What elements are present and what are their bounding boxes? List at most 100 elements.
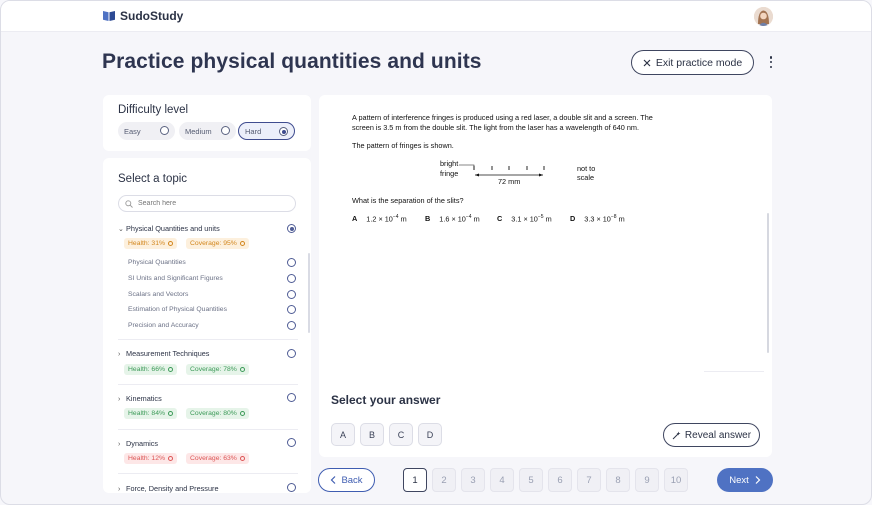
answer-choice-a[interactable]: A bbox=[331, 423, 355, 446]
option-unit: m bbox=[398, 214, 407, 224]
page-title: Practice physical quantities and units bbox=[102, 50, 482, 73]
question-scrollbar[interactable] bbox=[767, 213, 769, 353]
info-icon bbox=[168, 241, 174, 246]
coverage-text: Coverage: 63% bbox=[190, 455, 237, 462]
page-number[interactable]: 4 bbox=[490, 468, 514, 492]
topics-title: Select a topic bbox=[118, 173, 188, 185]
chevron-right-icon bbox=[755, 476, 761, 484]
option-d: D 3.3 × 10−8 m bbox=[570, 214, 625, 223]
option-letter: B bbox=[425, 214, 431, 224]
select-answer-title: Select your answer bbox=[331, 393, 441, 407]
subtopic-radio[interactable] bbox=[287, 290, 296, 299]
difficulty-title: Difficulty level bbox=[118, 104, 189, 116]
subtopic-radio[interactable] bbox=[287, 305, 296, 314]
topic-radio[interactable] bbox=[287, 349, 296, 358]
difficulty-hard[interactable]: Hard bbox=[238, 122, 295, 140]
page-number[interactable]: 9 bbox=[635, 468, 659, 492]
option-base: 1.6 × 10 bbox=[439, 214, 466, 224]
topic-measurement-techniques[interactable]: › Measurement Techniques bbox=[118, 349, 209, 358]
subtopic-item[interactable]: SI Units and Significant Figures bbox=[128, 275, 223, 282]
answer-choice-b[interactable]: B bbox=[360, 423, 384, 446]
topics-panel: Select a topic ⌄ Physical Quantities and… bbox=[103, 158, 311, 493]
book-logo-icon bbox=[103, 11, 115, 21]
page-number[interactable]: 8 bbox=[606, 468, 630, 492]
subtopic-item[interactable]: Scalars and Vectors bbox=[128, 291, 188, 298]
topic-radio-selected[interactable] bbox=[287, 224, 296, 233]
topic-dynamics[interactable]: › Dynamics bbox=[118, 439, 158, 448]
topic-physical-quantities[interactable]: ⌄ Physical Quantities and units bbox=[118, 224, 220, 233]
topic-label: Kinematics bbox=[126, 394, 162, 403]
page-number[interactable]: 2 bbox=[432, 468, 456, 492]
divider bbox=[118, 339, 298, 340]
coverage-badge: Coverage: 95% bbox=[186, 238, 249, 249]
page-number[interactable]: 7 bbox=[577, 468, 601, 492]
option-letter: A bbox=[352, 214, 358, 224]
topics-scrollbar[interactable] bbox=[308, 253, 310, 333]
option-b: B 1.6 × 10−4 m bbox=[425, 214, 480, 223]
chevron-right-icon: › bbox=[118, 486, 121, 493]
divider bbox=[118, 429, 298, 430]
figure-label-bright: bright bbox=[440, 159, 459, 168]
subtopic-item[interactable]: Estimation of Physical Quantities bbox=[128, 306, 227, 313]
page-number[interactable]: 3 bbox=[461, 468, 485, 492]
back-button[interactable]: Back bbox=[318, 468, 375, 492]
topic-search-input[interactable] bbox=[138, 200, 288, 207]
divider bbox=[118, 473, 298, 474]
subtopic-radio[interactable] bbox=[287, 321, 296, 330]
info-icon bbox=[168, 367, 174, 372]
difficulty-medium[interactable]: Medium bbox=[179, 122, 236, 140]
close-icon bbox=[643, 59, 651, 66]
topic-radio[interactable] bbox=[287, 438, 296, 447]
app-logo[interactable]: SudoStudy bbox=[102, 9, 183, 23]
subtopic-item[interactable]: Physical Quantities bbox=[128, 259, 186, 266]
topic-radio[interactable] bbox=[287, 393, 296, 402]
avatar-image bbox=[754, 7, 773, 26]
answer-choice-d[interactable]: D bbox=[418, 423, 442, 446]
wand-icon bbox=[672, 431, 681, 439]
health-text: Health: 12% bbox=[128, 455, 166, 462]
topic-kinematics[interactable]: › Kinematics bbox=[118, 394, 162, 403]
page-number[interactable]: 5 bbox=[519, 468, 543, 492]
question-prompt: What is the separation of the slits? bbox=[352, 196, 464, 205]
topic-search[interactable] bbox=[118, 195, 296, 212]
exit-practice-button[interactable]: Exit practice mode bbox=[631, 50, 754, 75]
app-window: SudoStudy Practice physical quantities a… bbox=[0, 0, 872, 505]
reveal-answer-label: Reveal answer bbox=[684, 429, 752, 441]
difficulty-panel: Difficulty level Easy Medium Hard bbox=[103, 95, 311, 151]
more-options-icon[interactable] bbox=[765, 54, 777, 70]
subtopic-radio[interactable] bbox=[287, 274, 296, 283]
option-a: A 1.2 × 10−4 m bbox=[352, 214, 407, 223]
back-label: Back bbox=[341, 474, 363, 486]
topic-label: Measurement Techniques bbox=[126, 349, 210, 358]
info-icon bbox=[239, 456, 245, 461]
next-label: Next bbox=[729, 474, 749, 486]
topic-label: Physical Quantities and units bbox=[126, 224, 220, 233]
info-icon bbox=[168, 456, 174, 461]
difficulty-easy[interactable]: Easy bbox=[118, 122, 175, 140]
exit-practice-label: Exit practice mode bbox=[655, 56, 743, 69]
option-unit: m bbox=[543, 214, 552, 224]
option-letter: C bbox=[497, 214, 503, 224]
radio-icon bbox=[221, 126, 230, 135]
page-number[interactable]: 6 bbox=[548, 468, 572, 492]
topic-force-density-pressure[interactable]: › Force, Density and Pressure bbox=[118, 484, 219, 493]
info-icon bbox=[239, 367, 245, 372]
health-text: Health: 66% bbox=[128, 366, 166, 373]
option-base: 1.2 × 10 bbox=[366, 214, 393, 224]
subtopic-radio[interactable] bbox=[287, 258, 296, 267]
topic-label: Dynamics bbox=[126, 439, 159, 448]
question-text-line: The pattern of fringes is shown. bbox=[352, 141, 454, 150]
divider bbox=[704, 371, 764, 372]
top-bar: SudoStudy bbox=[1, 1, 871, 32]
reveal-answer-button[interactable]: Reveal answer bbox=[663, 423, 760, 447]
page-number[interactable]: 10 bbox=[664, 468, 688, 492]
difficulty-medium-label: Medium bbox=[185, 126, 212, 136]
topic-radio[interactable] bbox=[287, 483, 296, 492]
option-letter: D bbox=[570, 214, 576, 224]
answer-choice-c[interactable]: C bbox=[389, 423, 413, 446]
next-button[interactable]: Next bbox=[717, 468, 773, 492]
chevron-right-icon: › bbox=[118, 351, 121, 358]
subtopic-item[interactable]: Precision and Accuracy bbox=[128, 322, 199, 329]
user-avatar[interactable] bbox=[754, 7, 773, 26]
page-number-current[interactable]: 1 bbox=[403, 468, 427, 492]
